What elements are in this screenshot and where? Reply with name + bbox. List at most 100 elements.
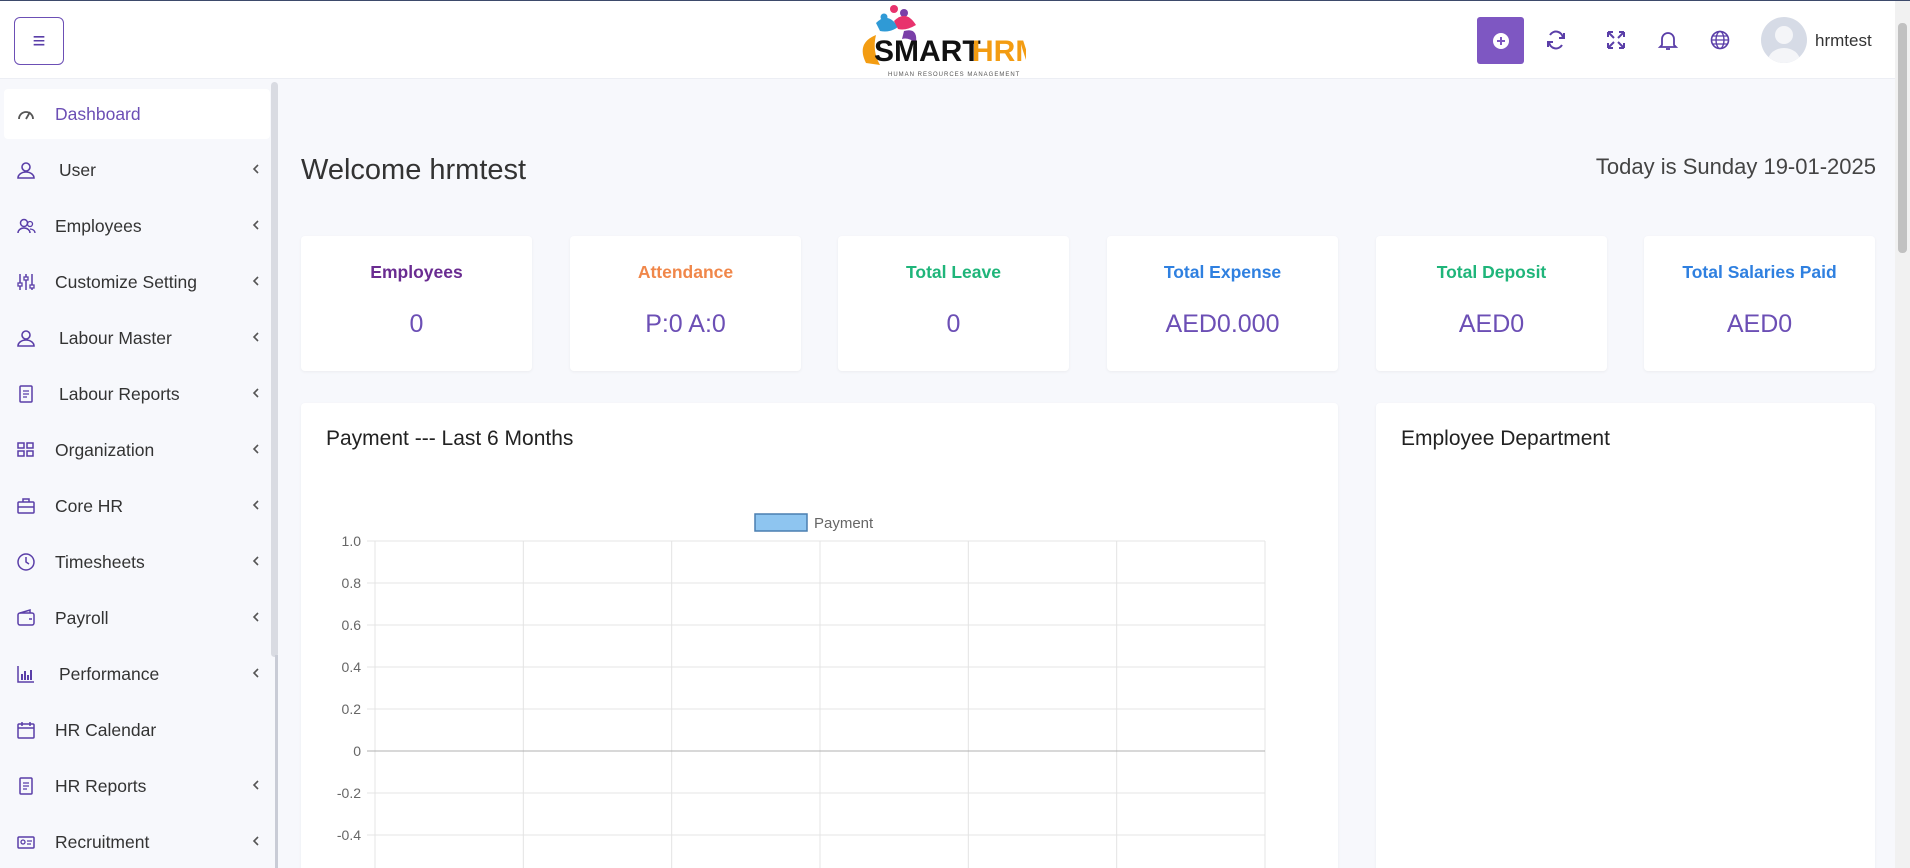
chevron-left-icon <box>252 668 259 678</box>
avatar-icon <box>1768 26 1800 63</box>
stat-value: AED0 <box>1726 310 1793 338</box>
stat-title: Total Deposit <box>1436 262 1547 282</box>
sidebar-item-label: Organization <box>55 440 155 460</box>
stat-title: Total Salaries Paid <box>1682 262 1837 282</box>
fullscreen-icon <box>1607 31 1625 49</box>
sidebar-item-employees[interactable]: Employees <box>4 201 270 251</box>
sidebar: Dashboard User Employees Customize Setti… <box>0 80 282 868</box>
sidebar-item-label: HR Calendar <box>55 720 157 740</box>
stat-card-total-expense[interactable]: Total Expense AED0.000 <box>1107 236 1338 371</box>
chevron-left-icon <box>252 276 259 286</box>
sidebar-scrollbar-thumb[interactable] <box>271 82 278 657</box>
sidebar-toggle-button[interactable]: ≡ <box>14 17 64 65</box>
grid-icon <box>17 442 34 457</box>
stat-card-total-leave[interactable]: Total Leave 0 <box>838 236 1069 371</box>
y-tick-label: -0.4 <box>337 827 361 843</box>
employee-department-panel: Employee Department <box>1376 403 1875 868</box>
chevron-left-icon <box>252 780 259 790</box>
stat-card-total-deposit[interactable]: Total Deposit AED0 <box>1376 236 1607 371</box>
sidebar-item-label: Customize Setting <box>55 272 198 292</box>
sidebar-item-label: Dashboard <box>55 104 141 124</box>
language-button[interactable] <box>1707 27 1733 53</box>
today-date: Today is Sunday 19-01-2025 <box>1595 154 1876 179</box>
sidebar-item-label: Payroll <box>55 608 109 628</box>
chevron-left-icon <box>252 556 259 566</box>
stat-value: AED0 <box>1458 310 1525 338</box>
sidebar-item-dashboard[interactable]: Dashboard <box>4 89 270 139</box>
sidebar-item-core-hr[interactable]: Core HR <box>4 481 270 531</box>
sidebar-item-user[interactable]: User <box>4 145 270 195</box>
sidebar-item-labour-reports[interactable]: Labour Reports <box>4 369 270 419</box>
sidebar-item-payroll[interactable]: Payroll <box>4 593 270 643</box>
calendar-icon <box>17 722 35 739</box>
y-tick-label: 0.8 <box>342 575 362 591</box>
sidebar-item-hr-calendar[interactable]: HR Calendar <box>4 705 270 755</box>
stat-value: AED0.000 <box>1165 310 1280 338</box>
legend-label: Payment <box>814 515 874 532</box>
sidebar-item-label: Labour Reports <box>59 384 180 404</box>
user-avatar[interactable] <box>1761 17 1807 63</box>
payment-bar-chart: 1.0 0.8 0.6 0.4 0.2 0 -0.2 -0.4 Payment <box>337 513 1266 868</box>
refresh-button[interactable] <box>1543 27 1569 53</box>
department-panel-title: Employee Department <box>1401 427 1610 450</box>
sidebar-item-label: User <box>59 160 96 180</box>
speedometer-icon <box>18 111 34 120</box>
sidebar-item-labour-master[interactable]: Labour Master <box>4 313 270 363</box>
stat-card-total-salaries-paid[interactable]: Total Salaries Paid AED0 <box>1644 236 1875 371</box>
sidebar-item-label: Recruitment <box>55 832 150 852</box>
sliders-icon <box>17 274 35 290</box>
globe-icon <box>1710 30 1730 50</box>
sidebar-item-performance[interactable]: Performance <box>4 649 270 699</box>
payment-chart-panel: Payment --- Last 6 Months 1.0 0.8 0.6 0.4 0.… <box>301 403 1338 868</box>
sidebar-item-customize-setting[interactable]: Customize Setting <box>4 257 270 307</box>
briefcase-icon <box>17 498 35 514</box>
page-scrollbar-thumb[interactable] <box>1898 23 1907 253</box>
sidebar-scrollbar-track[interactable] <box>275 655 278 868</box>
chevron-left-icon <box>252 164 259 174</box>
quick-add-button[interactable] <box>1477 17 1524 64</box>
bell-icon <box>1657 32 1679 50</box>
notifications-button[interactable] <box>1655 27 1681 53</box>
users-icon <box>17 218 36 234</box>
page-scrollbar[interactable] <box>1895 1 1910 868</box>
chevron-left-icon <box>252 388 259 398</box>
sidebar-item-label: Performance <box>59 664 160 684</box>
stat-title: Employees <box>370 262 463 282</box>
chevron-left-icon <box>252 332 259 342</box>
top-header: ≡ SMART HRM HUMAN RESOURCES MANAGEMENT <box>0 1 1895 79</box>
chevron-left-icon <box>252 612 259 622</box>
y-tick-label: 1.0 <box>342 533 362 549</box>
hamburger-icon: ≡ <box>32 28 46 53</box>
logo-graphic: SMART HRM HUMAN RESOURCES MANAGEMENT <box>862 5 1026 78</box>
svg-text:HUMAN RESOURCES MANAGEMENT: HUMAN RESOURCES MANAGEMENT <box>888 72 1020 78</box>
stat-value: 0 <box>946 310 961 338</box>
fullscreen-button[interactable] <box>1603 27 1629 53</box>
sidebar-item-hr-reports[interactable]: HR Reports <box>4 761 270 811</box>
stat-title: Total Expense <box>1163 262 1282 282</box>
smart-hrm-logo[interactable]: SMART HRM HUMAN RESOURCES MANAGEMENT <box>846 3 1026 79</box>
stat-card-attendance[interactable]: Attendance P:0 A:0 <box>570 236 801 371</box>
stat-card-employees[interactable]: Employees 0 <box>301 236 532 371</box>
report-icon <box>19 777 33 795</box>
sidebar-item-timesheets[interactable]: Timesheets <box>4 537 270 587</box>
sidebar-item-label: Employees <box>55 216 142 236</box>
report-icon <box>19 385 33 403</box>
stat-value: 0 <box>409 310 424 338</box>
user-icon <box>17 330 35 347</box>
sidebar-item-label: HR Reports <box>55 776 147 796</box>
chevron-left-icon <box>252 500 259 510</box>
welcome-heading: Welcome hrmtest <box>301 154 527 186</box>
y-tick-label: 0.2 <box>342 701 362 717</box>
y-tick-label: 0 <box>353 743 361 759</box>
user-icon <box>17 162 35 179</box>
sidebar-item-label: Core HR <box>55 496 124 516</box>
username-label[interactable]: hrmtest <box>1815 31 1872 51</box>
sidebar-item-organization[interactable]: Organization <box>4 425 270 475</box>
bar-chart-icon <box>17 666 34 683</box>
clock-icon <box>17 553 35 571</box>
chevron-left-icon <box>252 836 259 846</box>
sidebar-item-label: Timesheets <box>55 552 145 572</box>
y-tick-label: -0.2 <box>337 785 361 801</box>
y-tick-label: 0.4 <box>342 659 362 675</box>
sidebar-item-recruitment[interactable]: Recruitment <box>4 817 270 867</box>
